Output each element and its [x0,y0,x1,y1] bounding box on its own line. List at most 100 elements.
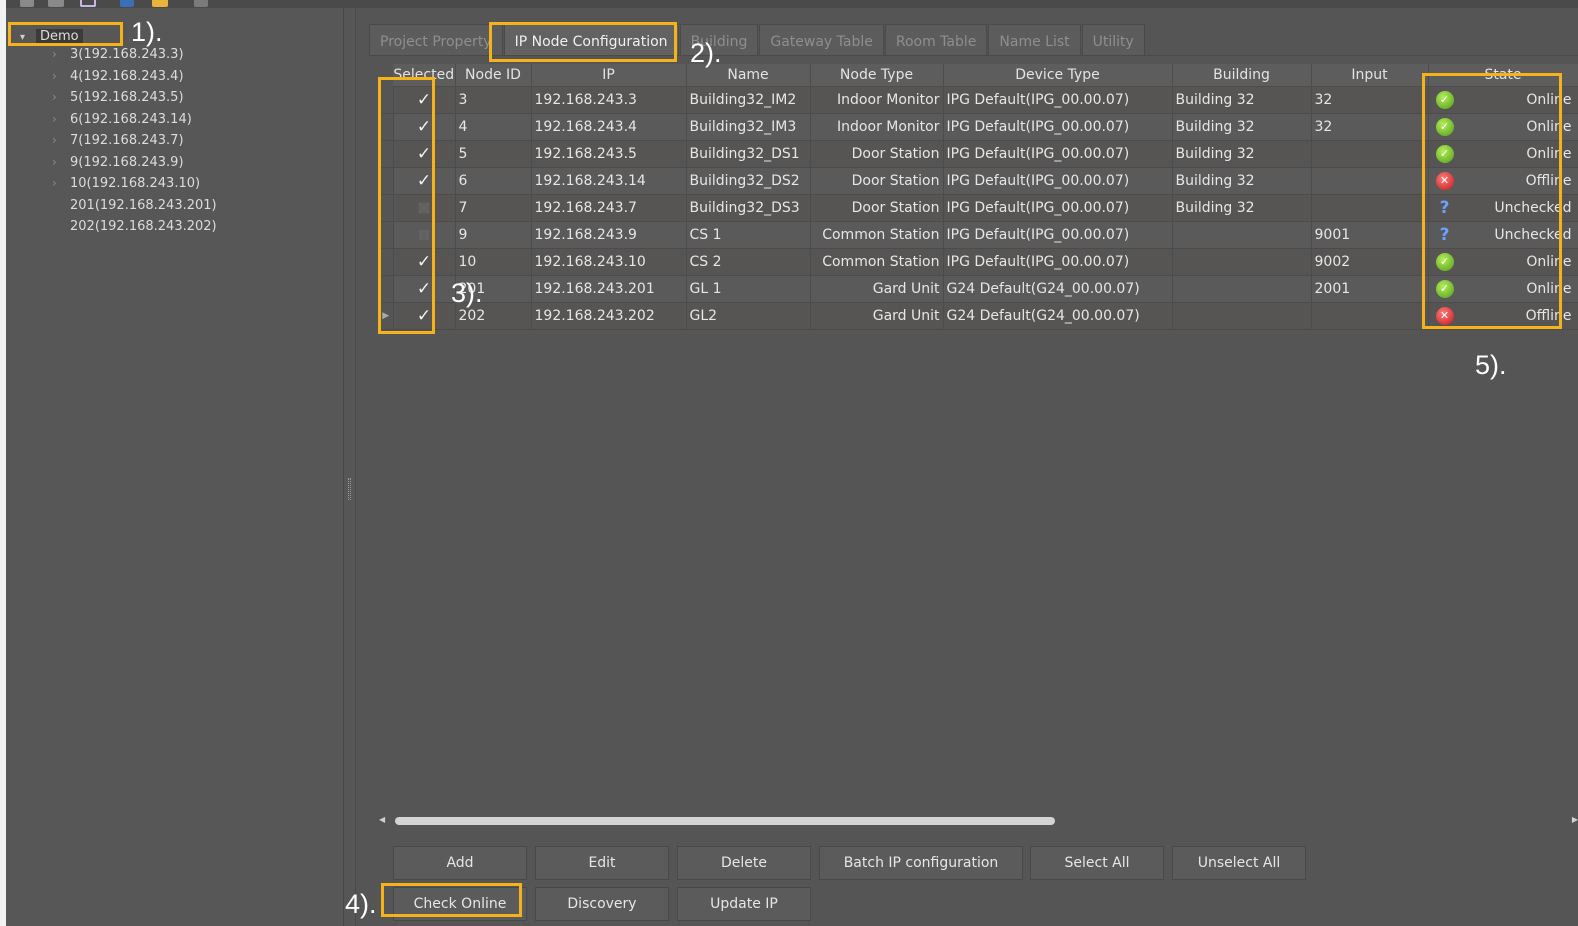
ip-cell[interactable]: 192.168.243.7 [531,194,687,222]
input-cell[interactable]: 9001 [1311,221,1429,249]
column-header-node-id[interactable]: Node ID [455,64,532,87]
device-type-cell[interactable]: IPG Default(IPG_00.00.07) [943,194,1173,222]
building-cell[interactable] [1172,275,1312,303]
node-id-cell[interactable]: 4 [455,113,532,141]
node-id-cell[interactable]: 6 [455,167,532,195]
node-id-cell[interactable]: 10 [455,248,532,276]
toolbar-icon[interactable] [80,0,96,7]
tree-item[interactable]: › 9(192.168.243.9) [52,152,184,173]
table-row[interactable]: ▶ ✓ 202 192.168.243.202 GL2 Gard Unit G24 Defa… [379,302,1578,330]
input-cell[interactable]: 32 [1311,86,1429,114]
tree-item[interactable]: 202(192.168.243.202) [52,216,217,237]
building-cell[interactable] [1172,248,1312,276]
building-cell[interactable]: Building 32 [1172,167,1312,195]
node-type-cell[interactable]: Door Station [810,167,944,195]
batch-ip-configuration-button[interactable]: Batch IP configuration [819,846,1023,880]
building-cell[interactable]: Building 32 [1172,86,1312,114]
column-header-building[interactable]: Building [1172,64,1312,87]
table-row[interactable]: ✓ 4 192.168.243.4 Building32_IM3 Indoor Moni… [379,113,1578,141]
add-button[interactable]: Add [393,846,527,880]
name-cell[interactable]: GL 1 [686,275,811,303]
node-type-cell[interactable]: Common Station [810,248,944,276]
node-type-cell[interactable]: Common Station [810,221,944,249]
tree-item-label[interactable]: 9(192.168.243.9) [70,155,184,170]
input-cell[interactable]: 32 [1311,113,1429,141]
name-cell[interactable]: Building32_DS2 [686,167,811,195]
node-type-cell[interactable]: Indoor Monitor [810,86,944,114]
chevron-right-icon[interactable]: › [52,109,70,130]
tree-item-label[interactable]: 6(192.168.243.14) [70,112,192,127]
unselect-all-button[interactable]: Unselect All [1172,846,1306,880]
ip-cell[interactable]: 192.168.243.5 [531,140,687,168]
splitter-grip-icon[interactable] [348,478,351,500]
toolbar-icon[interactable] [48,0,64,7]
node-type-cell[interactable]: Indoor Monitor [810,113,944,141]
node-id-cell[interactable]: 3 [455,86,532,114]
device-type-cell[interactable]: IPG Default(IPG_00.00.07) [943,248,1173,276]
tree-item-label[interactable]: 7(192.168.243.7) [70,133,184,148]
tree-item[interactable]: › 3(192.168.243.3) [52,44,184,65]
chevron-right-icon[interactable]: › [52,152,70,173]
tab-name-list[interactable]: Name List [988,24,1081,56]
node-type-cell[interactable]: Gard Unit [810,275,944,303]
tree-item[interactable]: › 5(192.168.243.5) [52,87,184,108]
tree-item-label[interactable]: 4(192.168.243.4) [70,69,184,84]
input-cell[interactable]: 2001 [1311,275,1429,303]
tree-item[interactable]: › 6(192.168.243.14) [52,109,192,130]
name-cell[interactable]: Building32_DS1 [686,140,811,168]
tree-item-label[interactable]: 3(192.168.243.3) [70,47,184,62]
tree-item-label[interactable]: 202(192.168.243.202) [70,219,217,234]
scrollbar-thumb[interactable] [395,817,1055,825]
input-cell[interactable]: 9002 [1311,248,1429,276]
toolbar-icon[interactable] [152,0,168,7]
name-cell[interactable]: Building32_DS3 [686,194,811,222]
node-id-cell[interactable]: 7 [455,194,532,222]
ip-cell[interactable]: 192.168.243.10 [531,248,687,276]
column-header-node-type[interactable]: Node Type [810,64,944,87]
device-type-cell[interactable]: IPG Default(IPG_00.00.07) [943,167,1173,195]
tab-room-table[interactable]: Room Table [884,24,988,56]
tree-item[interactable]: › 10(192.168.243.10) [52,173,200,194]
name-cell[interactable]: CS 1 [686,221,811,249]
horizontal-scrollbar[interactable]: ◀ ▶ [379,814,1578,828]
ip-cell[interactable]: 192.168.243.3 [531,86,687,114]
column-header-device-type[interactable]: Device Type [943,64,1173,87]
discovery-button[interactable]: Discovery [535,887,669,921]
table-row[interactable]: ✓ 10 192.168.243.10 CS 2 Common Station IPG D… [379,248,1578,276]
table-row[interactable]: ✓ 3 192.168.243.3 Building32_IM2 Indoor Moni… [379,86,1578,114]
device-type-cell[interactable]: IPG Default(IPG_00.00.07) [943,221,1173,249]
table-row[interactable]: ✓ 5 192.168.243.5 Building32_DS1 Door Statio… [379,140,1578,168]
column-header-input[interactable]: Input [1311,64,1429,87]
building-cell[interactable]: Building 32 [1172,113,1312,141]
ip-cell[interactable]: 192.168.243.4 [531,113,687,141]
ip-cell[interactable]: 192.168.243.9 [531,221,687,249]
ip-cell[interactable]: 192.168.243.14 [531,167,687,195]
node-id-cell[interactable]: 9 [455,221,532,249]
node-type-cell[interactable]: Door Station [810,140,944,168]
update-ip-button[interactable]: Update IP [677,887,811,921]
building-cell[interactable] [1172,302,1312,330]
device-type-cell[interactable]: IPG Default(IPG_00.00.07) [943,113,1173,141]
ip-cell[interactable]: 192.168.243.201 [531,275,687,303]
node-id-cell[interactable]: 5 [455,140,532,168]
name-cell[interactable]: GL2 [686,302,811,330]
input-cell[interactable] [1311,302,1429,330]
input-cell[interactable] [1311,140,1429,168]
name-cell[interactable]: CS 2 [686,248,811,276]
building-cell[interactable]: Building 32 [1172,140,1312,168]
tree-item-label[interactable]: 201(192.168.243.201) [70,198,217,213]
input-cell[interactable] [1311,167,1429,195]
tab-project-property[interactable]: Project Property [369,24,503,56]
toolbar-icon[interactable] [20,0,34,7]
table-row[interactable]: 9 192.168.243.9 CS 1 Common Station IPG Defa… [379,221,1578,249]
tab-gateway-table[interactable]: Gateway Table [759,24,884,56]
node-type-cell[interactable]: Door Station [810,194,944,222]
table-row[interactable]: ✓ 6 192.168.243.14 Building32_DS2 Door Stati… [379,167,1578,195]
chevron-right-icon[interactable]: › [52,87,70,108]
tree-item-label[interactable]: 10(192.168.243.10) [70,176,200,191]
tree-item[interactable]: 201(192.168.243.201) [52,195,217,216]
table-row[interactable]: 7 192.168.243.7 Building32_DS3 Door Station… [379,194,1578,222]
name-cell[interactable]: Building32_IM2 [686,86,811,114]
chevron-right-icon[interactable]: › [52,66,70,87]
node-type-cell[interactable]: Gard Unit [810,302,944,330]
